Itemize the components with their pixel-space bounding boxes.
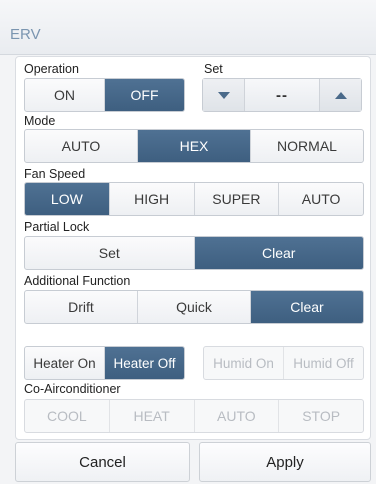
mode-selector: AUTO HEX NORMAL <box>24 129 364 163</box>
co-airconditioner-selector: COOL HEAT AUTO STOP <box>24 399 364 433</box>
partial-lock-toggle: Set Clear <box>24 236 364 270</box>
heater-toggle: Heater On Heater Off <box>24 346 185 380</box>
co-ac-stop-button: STOP <box>302 408 341 424</box>
humid-on-button: Humid On <box>204 347 284 379</box>
fan-speed-high-button[interactable]: HIGH <box>110 183 195 215</box>
fan-speed-auto-button[interactable]: AUTO <box>279 183 363 215</box>
triangle-up-icon <box>334 91 347 99</box>
additional-quick-button[interactable]: Quick <box>138 291 251 323</box>
set-value: -- <box>276 86 288 104</box>
partial-lock-label: Partial Lock <box>24 220 90 234</box>
operation-label: Operation <box>24 62 79 76</box>
mode-auto-button[interactable]: AUTO <box>25 130 138 162</box>
additional-clear-button[interactable]: Clear <box>251 291 363 323</box>
set-stepper: -- <box>202 78 362 112</box>
apply-button[interactable]: Apply <box>199 442 371 482</box>
heater-on-button[interactable]: Heater On <box>25 347 105 379</box>
additional-drift-button[interactable]: Drift <box>25 291 138 323</box>
partial-lock-clear-button[interactable]: Clear <box>194 237 363 269</box>
mode-label: Mode <box>24 114 56 128</box>
additional-function-selector: Drift Quick Clear <box>24 290 364 324</box>
co-ac-heat-button: HEAT <box>110 400 195 432</box>
co-ac-auto-button: AUTO <box>195 400 280 432</box>
partial-lock-set-button[interactable]: Set <box>25 237 195 269</box>
set-increase-button[interactable] <box>319 79 361 111</box>
operation-on-button[interactable]: ON <box>25 79 105 111</box>
humid-toggle: Humid On Humid Off <box>203 346 364 380</box>
set-label: Set <box>204 62 223 76</box>
humid-off-button: Humid Off <box>293 355 354 371</box>
set-decrease-button[interactable] <box>203 79 245 111</box>
triangle-down-icon <box>217 91 230 99</box>
co-ac-cool-button: COOL <box>25 400 110 432</box>
additional-function-label: Additional Function <box>24 274 131 288</box>
co-airconditioner-label: Co-Airconditioner <box>24 382 121 396</box>
title-bar: ERV <box>0 0 376 55</box>
fan-speed-super-button[interactable]: SUPER <box>195 183 280 215</box>
mode-normal-button[interactable]: NORMAL <box>251 130 363 162</box>
cancel-button[interactable]: Cancel <box>15 442 190 482</box>
fan-speed-selector: LOW HIGH SUPER AUTO <box>24 182 364 216</box>
fan-speed-low-button[interactable]: LOW <box>25 183 110 215</box>
window-title: ERV <box>10 26 41 43</box>
operation-toggle: ON OFF <box>24 78 185 112</box>
mode-hex-button[interactable]: HEX <box>138 130 251 162</box>
heater-off-button[interactable]: Heater Off <box>105 347 184 379</box>
fan-speed-label: Fan Speed <box>24 167 86 181</box>
operation-off-button[interactable]: OFF <box>105 79 184 111</box>
